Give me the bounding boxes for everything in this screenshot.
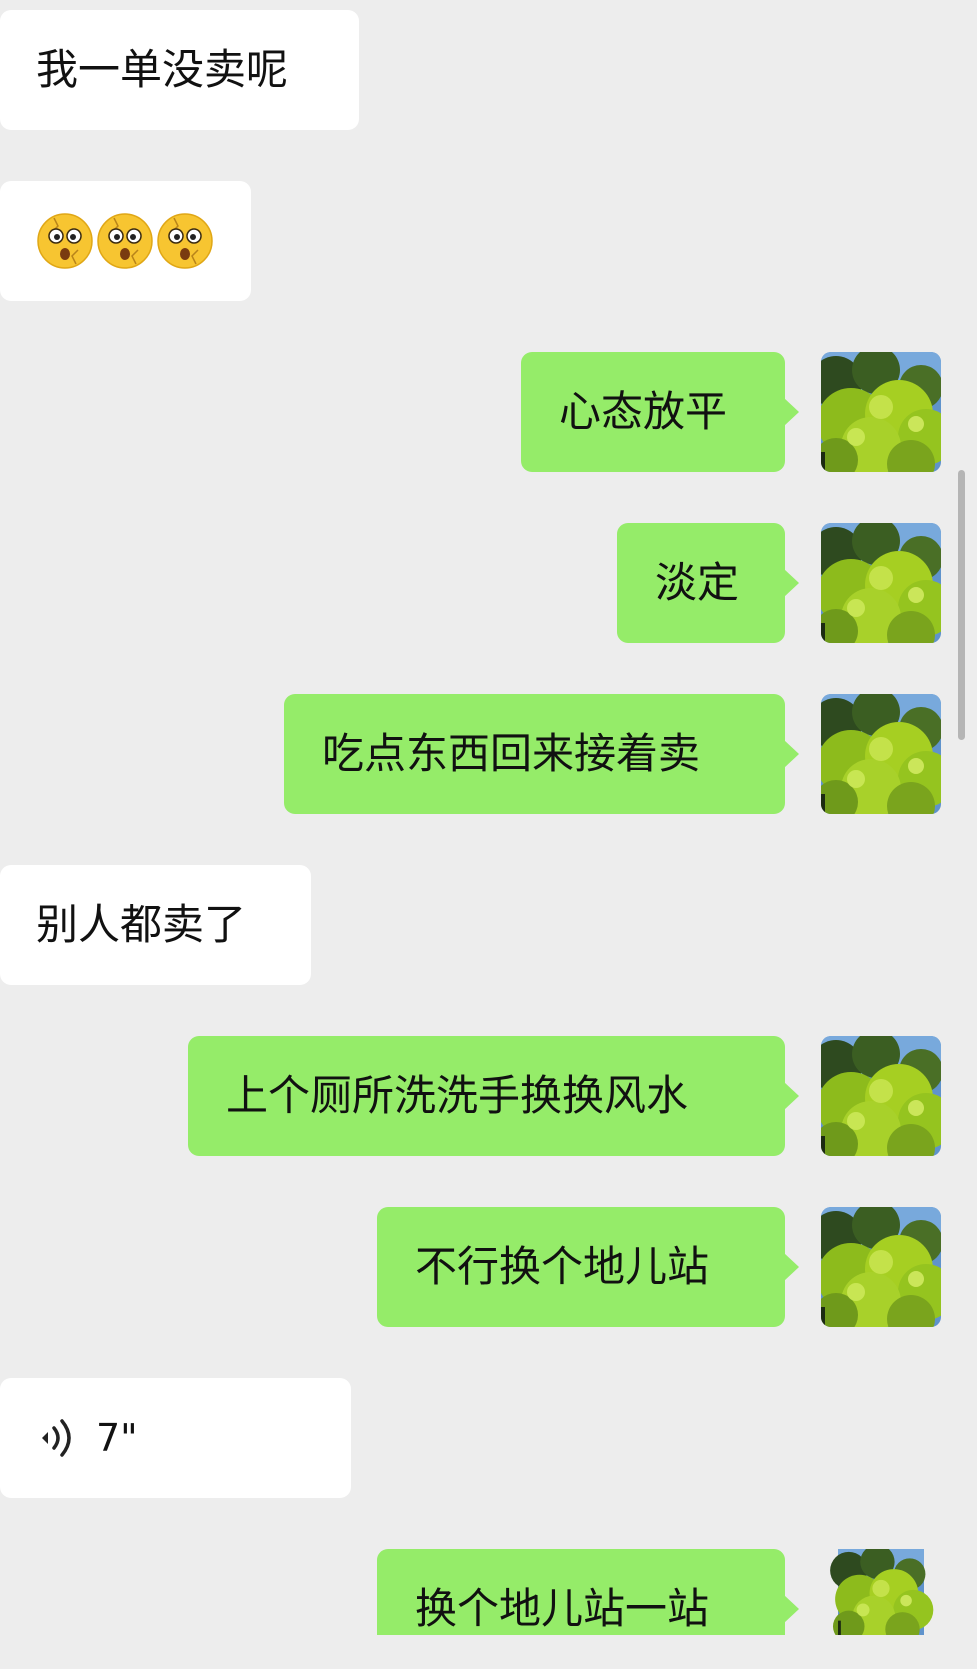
outgoing-message-bubble[interactable]: 换个地儿站一站	[377, 1549, 799, 1635]
dizzy-face-emoji-icon	[96, 212, 154, 270]
message-text: 别人都卖了	[36, 900, 247, 949]
voice-duration: 7"	[96, 1416, 138, 1460]
voice-wave-icon	[42, 1419, 71, 1457]
outgoing-message-bubble[interactable]: 心态放平	[521, 352, 799, 472]
user-avatar-icon[interactable]	[821, 1036, 941, 1156]
message-text: 上个厕所洗洗手换换风水	[226, 1071, 689, 1120]
user-avatar-icon[interactable]	[821, 523, 941, 643]
user-avatar-icon[interactable]	[821, 1549, 941, 1635]
outgoing-message-bubble[interactable]: 上个厕所洗洗手换换风水	[188, 1036, 799, 1156]
chat-area: 我一单没卖呢 心态放平 淡定 吃点东西回来接着卖 别人都卖了 上个厕所洗洗手换换…	[0, 0, 977, 1635]
outgoing-message-bubble[interactable]: 吃点东西回来接着卖	[284, 694, 799, 814]
message-text: 换个地儿站一站	[415, 1584, 710, 1633]
incoming-voice-message[interactable]: 7"	[0, 1378, 351, 1498]
scrollbar[interactable]	[958, 470, 965, 740]
message-text: 我一单没卖呢	[36, 45, 289, 94]
user-avatar-icon[interactable]	[821, 1207, 941, 1327]
dizzy-face-emoji-icon	[36, 212, 94, 270]
message-text: 不行换个地儿站	[415, 1242, 710, 1291]
message-text: 吃点东西回来接着卖	[322, 729, 701, 778]
outgoing-message-bubble[interactable]: 不行换个地儿站	[377, 1207, 799, 1327]
incoming-message-bubble[interactable]: 我一单没卖呢	[0, 10, 359, 130]
message-text: 淡定	[655, 558, 740, 607]
user-avatar-icon[interactable]	[821, 694, 941, 814]
user-avatar-icon[interactable]	[821, 352, 941, 472]
message-text: 心态放平	[559, 387, 728, 436]
incoming-emoji-bubble[interactable]	[0, 181, 251, 301]
outgoing-message-bubble[interactable]: 淡定	[617, 523, 799, 643]
incoming-message-bubble[interactable]: 别人都卖了	[0, 865, 311, 985]
dizzy-face-emoji-icon	[156, 212, 214, 270]
